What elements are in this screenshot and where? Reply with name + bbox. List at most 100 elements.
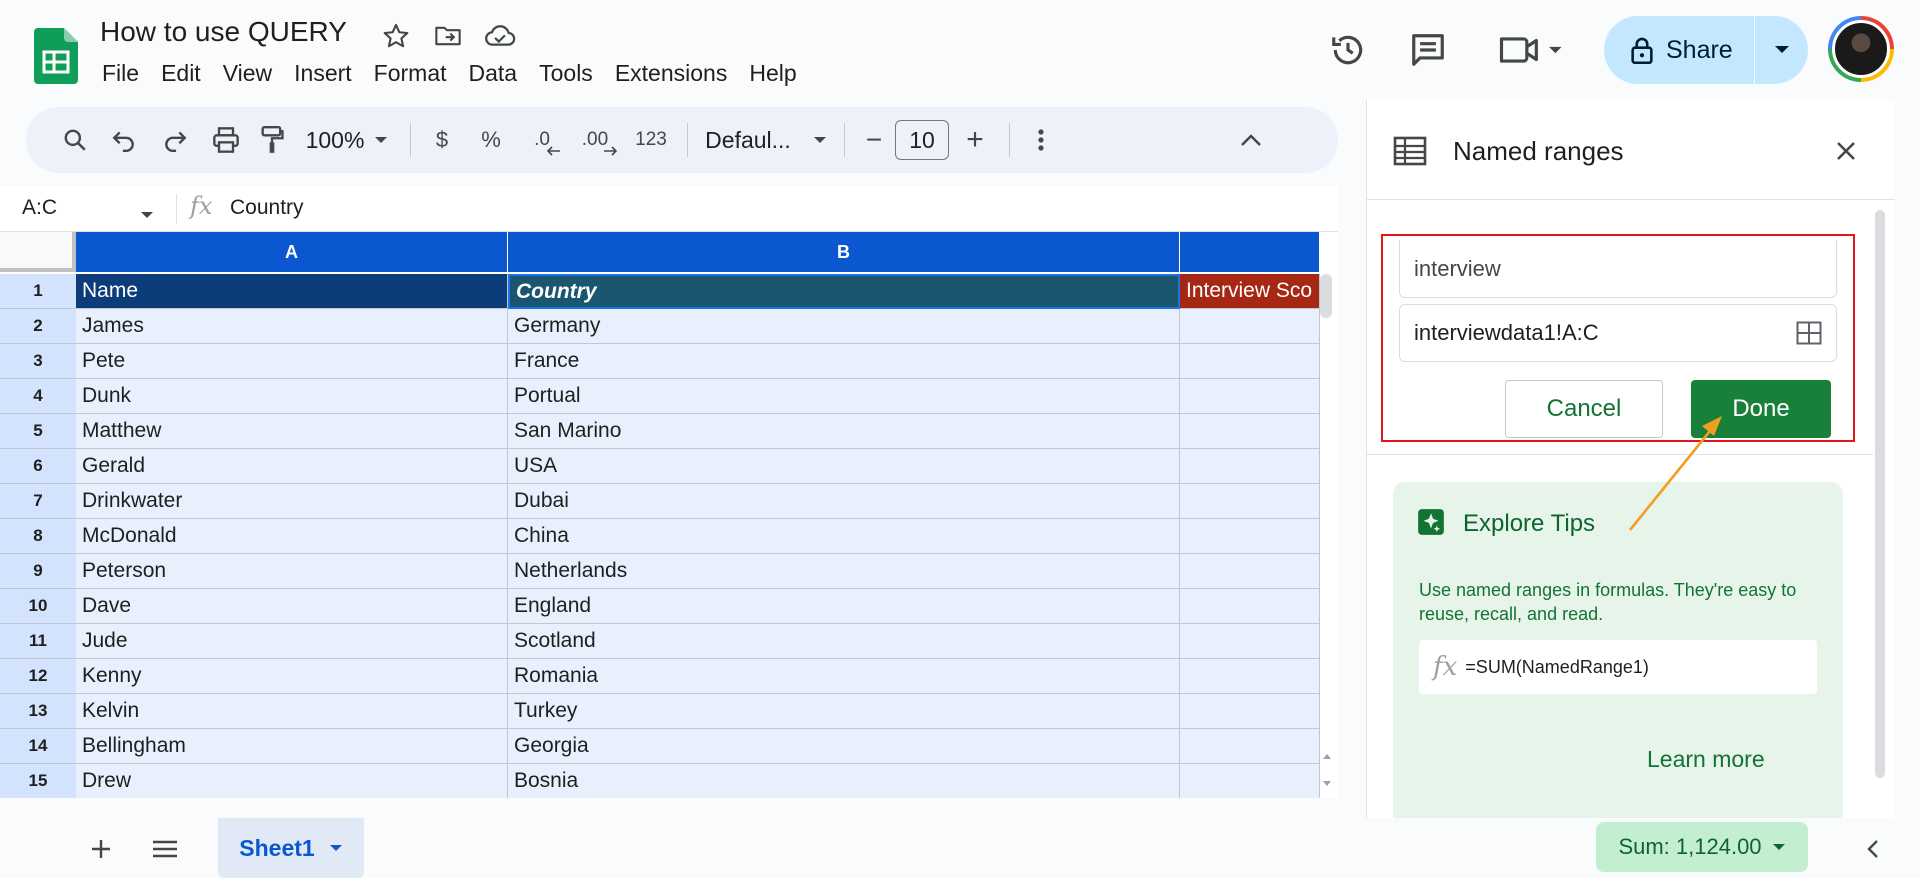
table-cell[interactable]: Georgia xyxy=(508,729,1180,764)
table-cell[interactable] xyxy=(1180,379,1320,414)
font-select[interactable]: Defaul... xyxy=(696,120,836,160)
menu-help[interactable]: Help xyxy=(738,58,807,89)
select-range-grid-icon[interactable] xyxy=(1796,321,1822,351)
menu-view[interactable]: View xyxy=(212,58,283,89)
scroll-up-icon[interactable] xyxy=(1322,752,1332,760)
increase-font-size-button[interactable]: + xyxy=(949,120,1001,160)
avatar[interactable] xyxy=(1828,16,1894,82)
row-header[interactable]: 13 xyxy=(0,694,76,729)
table-cell[interactable]: Dunk xyxy=(76,379,508,414)
table-cell[interactable]: USA xyxy=(508,449,1180,484)
share-dropdown-icon[interactable] xyxy=(1755,16,1808,84)
table-cell[interactable] xyxy=(1180,344,1320,379)
row-header[interactable]: 15 xyxy=(0,764,76,798)
table-cell[interactable] xyxy=(1180,589,1320,624)
table-cell[interactable]: Dubai xyxy=(508,484,1180,519)
more-formats-button[interactable]: 123 xyxy=(623,120,679,160)
table-cell[interactable]: England xyxy=(508,589,1180,624)
menu-file[interactable]: File xyxy=(100,58,150,89)
table-cell[interactable]: Germany xyxy=(508,309,1180,344)
table-cell[interactable] xyxy=(1180,729,1320,764)
currency-format-button[interactable]: $ xyxy=(419,120,465,160)
table-cell[interactable]: Pete xyxy=(76,344,508,379)
menu-extensions[interactable]: Extensions xyxy=(604,58,739,89)
table-cell[interactable]: Scotland xyxy=(508,624,1180,659)
sheet-tab-dropdown-icon[interactable] xyxy=(329,844,343,852)
row-header[interactable]: 11 xyxy=(0,624,76,659)
table-cell[interactable]: Drew xyxy=(76,764,508,798)
add-sheet-icon[interactable] xyxy=(84,832,118,866)
table-cell[interactable]: Romania xyxy=(508,659,1180,694)
name-box-dropdown-icon[interactable] xyxy=(140,206,154,224)
table-cell[interactable] xyxy=(1180,414,1320,449)
move-folder-icon[interactable] xyxy=(432,20,464,52)
undo-icon[interactable] xyxy=(98,120,150,160)
select-all-corner[interactable] xyxy=(0,232,76,272)
table-cell[interactable]: San Marino xyxy=(508,414,1180,449)
cloud-saved-icon[interactable] xyxy=(484,20,516,52)
header-cell[interactable]: Country xyxy=(508,274,1180,309)
column-header-c[interactable] xyxy=(1180,232,1320,272)
row-header[interactable]: 3 xyxy=(0,344,76,379)
panel-scrollbar[interactable] xyxy=(1875,210,1885,778)
table-cell[interactable] xyxy=(1180,554,1320,589)
collapse-menus-icon[interactable] xyxy=(1228,120,1274,160)
table-cell[interactable]: Peterson xyxy=(76,554,508,589)
column-header-b[interactable]: B xyxy=(508,232,1180,272)
table-cell[interactable]: Kenny xyxy=(76,659,508,694)
cancel-button[interactable]: Cancel xyxy=(1505,380,1663,438)
menu-format[interactable]: Format xyxy=(363,58,458,89)
table-cell[interactable] xyxy=(1180,694,1320,729)
sum-explore-button[interactable]: Sum: 1,124.00 xyxy=(1596,822,1808,872)
header-cell[interactable]: Name xyxy=(76,274,508,309)
menu-tools[interactable]: Tools xyxy=(528,58,604,89)
row-header[interactable]: 4 xyxy=(0,379,76,414)
table-cell[interactable]: Dave xyxy=(76,589,508,624)
table-cell[interactable]: James xyxy=(76,309,508,344)
name-box[interactable]: A:C xyxy=(22,196,57,220)
table-cell[interactable] xyxy=(1180,659,1320,694)
row-header[interactable]: 12 xyxy=(0,659,76,694)
table-cell[interactable]: Turkey xyxy=(508,694,1180,729)
header-cell[interactable]: Interview Sco xyxy=(1180,274,1320,309)
sheet-tab-sheet1[interactable]: Sheet1 xyxy=(218,818,364,878)
comments-icon[interactable] xyxy=(1408,30,1448,70)
table-cell[interactable]: Gerald xyxy=(76,449,508,484)
row-header[interactable]: 5 xyxy=(0,414,76,449)
menu-insert[interactable]: Insert xyxy=(283,58,363,89)
search-icon[interactable] xyxy=(52,120,98,160)
learn-more-link[interactable]: Learn more xyxy=(1647,746,1765,773)
menu-data[interactable]: Data xyxy=(458,58,529,89)
table-cell[interactable]: McDonald xyxy=(76,519,508,554)
table-cell[interactable]: Drinkwater xyxy=(76,484,508,519)
print-icon[interactable] xyxy=(200,120,252,160)
table-cell[interactable]: Bellingham xyxy=(76,729,508,764)
row-header[interactable]: 2 xyxy=(0,309,76,344)
redo-icon[interactable] xyxy=(150,120,200,160)
formula-input[interactable]: Country xyxy=(230,196,304,220)
range-reference-input[interactable]: interviewdata1!A:C xyxy=(1399,304,1837,362)
zoom-select[interactable]: 100% xyxy=(292,120,402,160)
table-cell[interactable]: France xyxy=(508,344,1180,379)
decrease-font-size-button[interactable]: − xyxy=(853,120,895,160)
close-icon[interactable] xyxy=(1835,140,1857,167)
decrease-decimal-button[interactable]: .0 xyxy=(517,120,567,160)
all-sheets-icon[interactable] xyxy=(148,832,182,866)
sheets-logo-icon[interactable] xyxy=(34,28,78,84)
table-cell[interactable]: Jude xyxy=(76,624,508,659)
done-button[interactable]: Done xyxy=(1691,380,1831,438)
table-cell[interactable] xyxy=(1180,764,1320,798)
percent-format-button[interactable]: % xyxy=(465,120,517,160)
table-cell[interactable]: Kelvin xyxy=(76,694,508,729)
table-cell[interactable]: Portual xyxy=(508,379,1180,414)
menu-edit[interactable]: Edit xyxy=(150,58,212,89)
range-name-input[interactable]: interview xyxy=(1399,240,1837,298)
table-cell[interactable] xyxy=(1180,309,1320,344)
column-header-a[interactable]: A xyxy=(76,232,508,272)
vertical-scrollbar[interactable] xyxy=(1320,274,1332,318)
share-main[interactable]: Share xyxy=(1604,16,1754,84)
table-cell[interactable]: China xyxy=(508,519,1180,554)
collapse-side-panel-icon[interactable] xyxy=(1856,832,1890,866)
row-header[interactable]: 1 xyxy=(0,274,76,309)
font-size-input[interactable]: 10 xyxy=(895,120,949,160)
